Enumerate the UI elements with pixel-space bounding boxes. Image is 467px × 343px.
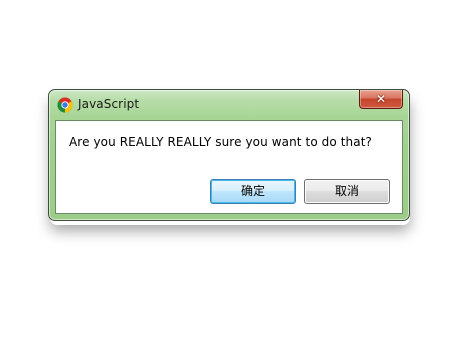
dialog-title: JavaScript <box>78 97 140 111</box>
ok-button[interactable]: 确定 <box>210 179 296 204</box>
close-icon: ✕ <box>375 92 387 106</box>
screen: JavaScript ✕ Are you REALLY REALLY sure … <box>0 0 467 343</box>
close-button[interactable]: ✕ <box>359 90 403 109</box>
dialog-message: Are you REALLY REALLY sure you want to d… <box>69 135 372 149</box>
chrome-icon <box>57 97 73 113</box>
cancel-button[interactable]: 取消 <box>304 179 390 204</box>
title-bar[interactable]: JavaScript ✕ <box>49 90 409 120</box>
dialog-body: Are you REALLY REALLY sure you want to d… <box>55 120 403 214</box>
javascript-confirm-dialog: JavaScript ✕ Are you REALLY REALLY sure … <box>48 89 410 221</box>
